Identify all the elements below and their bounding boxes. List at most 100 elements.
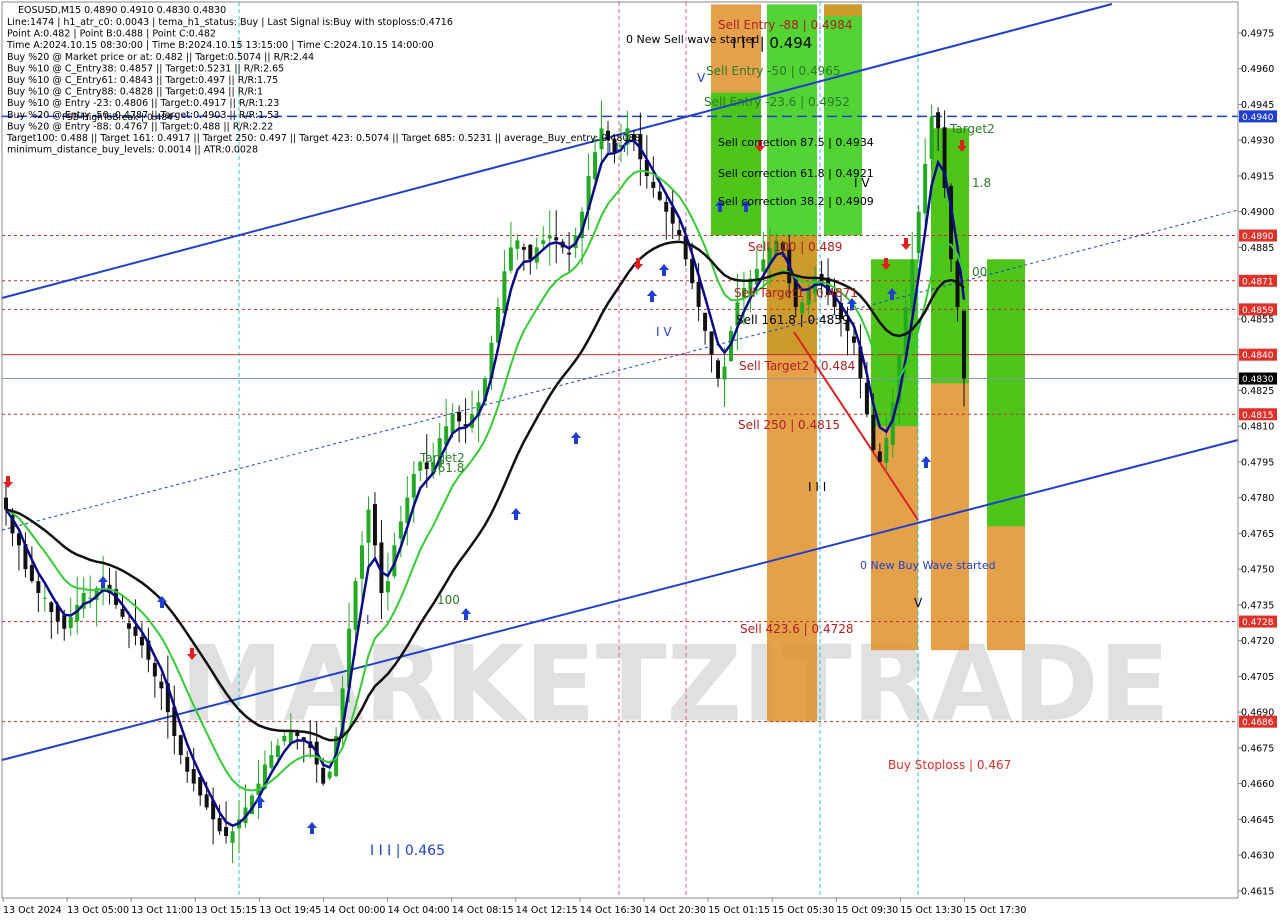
candle-body — [178, 735, 183, 756]
candle-body — [360, 545, 365, 579]
candle-body — [651, 181, 656, 188]
candle-body — [677, 230, 682, 236]
candle-body — [204, 794, 209, 808]
x-tick-label: 14 Oct 12:15 — [516, 905, 578, 916]
x-tick-label: 14 Oct 08:15 — [452, 905, 514, 916]
x-tick-label: 13 Oct 19:45 — [259, 905, 321, 916]
candle-body — [68, 616, 73, 629]
y-tick-label: 0.4945 — [1241, 100, 1274, 111]
candle-body — [411, 473, 416, 498]
candle-body — [761, 259, 766, 272]
candle-body — [88, 597, 93, 599]
wave-iii-465-label: I I I | 0.465 — [370, 843, 445, 859]
candle-body — [398, 521, 403, 539]
candle-body — [696, 281, 701, 308]
y-tick-label: 0.4960 — [1241, 64, 1274, 75]
target2-right-label: Target2 — [949, 122, 995, 136]
candle-body — [152, 663, 157, 677]
info-line: Buy %20 @ Market price or at: 0.482 || T… — [7, 52, 314, 63]
candle-body — [49, 602, 54, 613]
y-tick-label: 0.4615 — [1241, 886, 1274, 897]
t18-right-label: 1.8 — [972, 176, 991, 190]
x-tick-label: 14 Oct 00:00 — [324, 905, 386, 916]
y-tick-label: 0.4765 — [1241, 529, 1274, 540]
x-tick-label: 14 Oct 04:00 — [388, 905, 450, 916]
candle-body — [120, 608, 125, 617]
candle-body — [450, 414, 455, 433]
sell-250-label: Sell 250 | 0.4815 — [738, 418, 840, 432]
candle-body — [716, 360, 721, 379]
candle-body — [567, 252, 572, 255]
y-tick-label: 0.4645 — [1241, 815, 1274, 826]
x-tick-label: 13 Oct 2024 — [3, 905, 62, 916]
candle-body — [962, 310, 966, 379]
wave-v-2-label: V — [914, 596, 923, 610]
x-tick-label: 13 Oct 11:00 — [131, 905, 193, 916]
y-tick-label: 0.4660 — [1241, 779, 1274, 790]
y-tick-label: 0.4885 — [1241, 243, 1274, 254]
candle-body — [508, 247, 513, 271]
x-tick-label: 14 Oct 20:30 — [644, 905, 706, 916]
candle-body — [877, 451, 882, 462]
candle-body — [541, 240, 546, 245]
y-tick-label: 0.4720 — [1241, 636, 1274, 647]
x-tick-label: 15 Oct 09:30 — [836, 905, 898, 916]
wave-iv-label: I V — [656, 325, 672, 339]
y-tick-label: 0.4630 — [1241, 851, 1274, 862]
t00-right-label: 00 — [972, 265, 987, 279]
candle-body — [664, 201, 669, 212]
sell-entry-236-label: Sell Entry -23.6 | 0.4952 — [704, 95, 850, 109]
price-chart[interactable]: MARKETZITRADE 0 New Sell wave started Se… — [0, 0, 1280, 920]
candle-body — [62, 615, 67, 629]
sell-correction-382-label: Sell correction 38.2 | 0.4909 — [718, 195, 874, 208]
info-line: Buy %10 @ C_Entry88: 0.4828 || Target:0.… — [7, 87, 263, 98]
sell-correction-875-label: Sell correction 87.5 | 0.4934 — [718, 136, 874, 149]
candle-body — [936, 112, 941, 129]
price-tag-label: 0.4840 — [1242, 351, 1274, 361]
buy-stoploss-label: Buy Stoploss | 0.467 — [888, 758, 1011, 772]
y-tick-label: 0.4750 — [1241, 565, 1274, 576]
wave-v-label: V — [697, 71, 706, 85]
candle-body — [275, 745, 280, 758]
x-tick-label: 14 Oct 16:30 — [580, 905, 642, 916]
info-line: Buy %20 @ Entry -50: 0.4787 || Target:0.… — [7, 110, 279, 121]
wave-iii-494-label: I I I | 0.494 — [732, 34, 812, 52]
sell-zone-orange — [824, 4, 862, 17]
sell-target1-label: Sell Target1 | 0.4871 — [734, 286, 858, 300]
candle-body — [722, 366, 727, 380]
candle-body — [353, 581, 358, 630]
candle-body — [929, 116, 934, 159]
candle-body — [139, 636, 144, 646]
candle-body — [4, 497, 8, 510]
y-tick-label: 0.4810 — [1241, 422, 1274, 433]
candle-body — [366, 509, 371, 543]
price-tag-label: 0.4830 — [1242, 375, 1274, 385]
price-tag-label: 0.4940 — [1242, 113, 1274, 123]
wave-iv-2-label: I V — [854, 176, 870, 190]
info-line: minimum_distance_buy_levels: 0.0014 || A… — [7, 145, 258, 156]
candle-body — [457, 412, 462, 422]
buy-zone-green — [987, 259, 1025, 527]
candle-body — [657, 191, 662, 200]
candle-body — [185, 757, 190, 772]
sell-entry-50-label: Sell Entry -50 | 0.4965 — [706, 64, 840, 78]
y-tick-label: 0.4705 — [1241, 672, 1274, 683]
candle-body — [385, 581, 390, 593]
new-buy-wave-label: 0 New Buy Wave started — [860, 559, 996, 572]
candle-body — [282, 735, 287, 742]
candle-body — [923, 164, 928, 214]
x-tick-label: 13 Oct 15:15 — [195, 905, 257, 916]
info-line: Buy %10 @ C_Entry61: 0.4843 || Target:0.… — [7, 75, 278, 86]
sell-4236-label: Sell 423.6 | 0.4728 — [740, 622, 854, 636]
candle-body — [547, 235, 552, 239]
candle-body — [191, 769, 196, 784]
candle-body — [593, 152, 598, 180]
candle-body — [864, 382, 869, 415]
t100-left-label: 100 — [437, 593, 460, 607]
candle-body — [224, 827, 229, 837]
sell-target2-label: Sell Target2 | 0.484 — [739, 359, 855, 373]
y-tick-label: 0.4915 — [1241, 171, 1274, 182]
y-tick-label: 0.4735 — [1241, 600, 1274, 611]
x-tick-label: 15 Oct 17:30 — [965, 905, 1027, 916]
x-tick-label: 15 Oct 13:30 — [900, 905, 962, 916]
